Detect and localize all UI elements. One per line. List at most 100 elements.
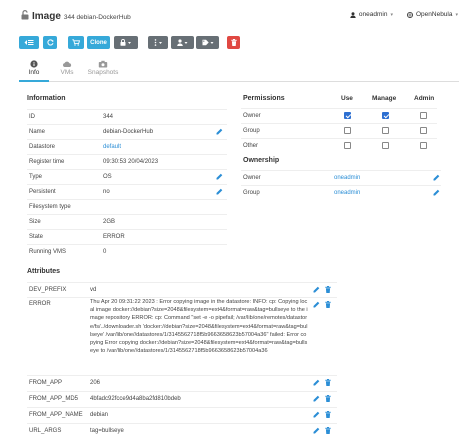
info-row-state: State ERROR <box>27 229 227 244</box>
other-manage-checkbox[interactable] <box>382 142 389 149</box>
error-message: Thu Apr 20 09:31:22 2023 : Error copying… <box>90 299 308 355</box>
perm-row-group: Group <box>241 123 437 138</box>
tab-snapshots[interactable]: Snapshots <box>85 58 121 82</box>
refresh-icon <box>46 39 53 46</box>
owner-admin-checkbox[interactable] <box>420 112 427 119</box>
group-link[interactable]: oneadmin <box>334 190 360 196</box>
info-value: 2GB <box>103 219 116 225</box>
marketplace-button[interactable] <box>68 36 84 49</box>
edit-icon[interactable] <box>313 301 320 308</box>
more-actions-button[interactable] <box>148 36 168 49</box>
trash-icon[interactable] <box>325 301 331 308</box>
info-row-name: Name debian-DockerHub <box>27 124 227 139</box>
info-row-register-time: Register time 09:30:53 20/04/2023 <box>27 154 227 169</box>
edit-icon[interactable] <box>313 286 320 293</box>
info-row-filesystem-type: Filesystem type <box>27 199 227 214</box>
permissions-title: Permissions <box>243 95 285 102</box>
info-key: State <box>29 234 44 240</box>
delete-button[interactable] <box>227 36 240 49</box>
refresh-button[interactable] <box>43 36 57 49</box>
tags-icon <box>202 39 213 46</box>
group-admin-checkbox[interactable] <box>420 127 427 134</box>
info-row-datastore: Datastore default <box>27 139 227 154</box>
vertical-ellipsis-icon <box>154 39 162 46</box>
edit-icon[interactable] <box>313 427 320 434</box>
edit-icon[interactable] <box>313 379 320 386</box>
info-key: Register time <box>29 159 65 165</box>
lock-menu-button[interactable] <box>114 36 138 49</box>
clone-button[interactable]: Clone <box>87 36 110 49</box>
perm-col-admin: Admin <box>414 95 435 102</box>
ownership-row-owner: Owner oneadmin <box>241 170 441 185</box>
attr-row-url-args: URL_ARGS tag=bullseye <box>27 423 337 438</box>
info-row-id: ID 344 <box>27 109 227 124</box>
perm-row-owner: Owner <box>241 108 437 123</box>
attr-value: tag=bullseye <box>90 428 124 434</box>
edit-icon[interactable] <box>313 395 320 402</box>
trash-icon[interactable] <box>325 395 331 402</box>
user-menu[interactable]: oneadmin ▾ <box>350 11 393 18</box>
info-value: 344 <box>103 114 114 120</box>
unlock-icon <box>21 10 29 20</box>
ownership-key: Owner <box>243 175 261 181</box>
edit-icon[interactable] <box>313 411 320 418</box>
page-header: Image 344 debian-DockerHub oneadmin ▾ Op… <box>0 0 474 30</box>
perm-col-manage: Manage <box>372 95 397 102</box>
back-button[interactable] <box>19 36 39 49</box>
info-row-running-vms: Running VMS 0 <box>27 244 227 259</box>
trash-icon[interactable] <box>325 379 331 386</box>
back-list-icon <box>24 40 34 45</box>
group-use-checkbox[interactable] <box>344 127 351 134</box>
attr-key: FROM_APP <box>29 380 63 386</box>
owner-link[interactable]: oneadmin <box>334 175 360 181</box>
ownership-menu-button[interactable] <box>171 36 194 49</box>
page-title: Image <box>32 11 61 22</box>
zone-menu[interactable]: OpenNebula ▾ <box>406 11 458 18</box>
cloud-icon <box>62 61 72 67</box>
owner-use-checkbox[interactable] <box>344 112 351 119</box>
attr-key: ERROR <box>29 301 51 307</box>
tab-snapshots-label: Snapshots <box>87 69 119 76</box>
tab-info[interactable]: Info <box>19 58 49 82</box>
tab-vms[interactable]: VMs <box>52 58 82 82</box>
trash-icon[interactable] <box>325 286 331 293</box>
user-name: oneadmin <box>358 11 388 18</box>
edit-icon[interactable] <box>433 189 440 196</box>
info-key: Datastore <box>29 144 56 150</box>
information-title: Information <box>27 95 66 102</box>
attr-row-dev-prefix: DEV_PREFIX vd <box>27 282 337 297</box>
owner-manage-checkbox[interactable] <box>382 112 389 119</box>
edit-icon[interactable] <box>216 128 223 135</box>
info-key: Persistent <box>29 189 56 195</box>
other-use-checkbox[interactable] <box>344 142 351 149</box>
info-row-persistent: Persistent no <box>27 184 227 199</box>
user-icon <box>177 39 188 46</box>
chevron-down-icon: ▾ <box>390 11 393 18</box>
info-value: 09:30:53 20/04/2023 <box>103 159 159 165</box>
edit-icon[interactable] <box>216 188 223 195</box>
labels-menu-button[interactable] <box>196 36 219 49</box>
info-value: 0 <box>103 249 107 255</box>
lock-icon <box>120 39 131 46</box>
trash-icon[interactable] <box>325 411 331 418</box>
info-icon <box>30 60 38 68</box>
ownership-key: Group <box>243 190 260 196</box>
datastore-link[interactable]: default <box>103 144 121 150</box>
edit-icon[interactable] <box>216 173 223 180</box>
other-admin-checkbox[interactable] <box>420 142 427 149</box>
attr-value: vd <box>90 287 97 293</box>
group-manage-checkbox[interactable] <box>382 127 389 134</box>
info-row-type: Type OS <box>27 169 227 184</box>
perm-row-label: Group <box>243 128 260 134</box>
info-row-size: Size 2GB <box>27 214 227 229</box>
user-icon <box>350 11 356 18</box>
user-area: oneadmin ▾ OpenNebula ▾ <box>350 11 458 18</box>
trash-icon <box>230 39 237 46</box>
info-value: no <box>103 189 110 195</box>
attributes-title: Attributes <box>27 268 61 275</box>
attr-value: 4bfadc92fcce9d4a8ba2fd810bdeb <box>90 396 181 402</box>
trash-icon[interactable] <box>325 427 331 434</box>
info-value: debian-DockerHub <box>103 129 154 135</box>
info-key: ID <box>29 114 35 120</box>
edit-icon[interactable] <box>433 174 440 181</box>
